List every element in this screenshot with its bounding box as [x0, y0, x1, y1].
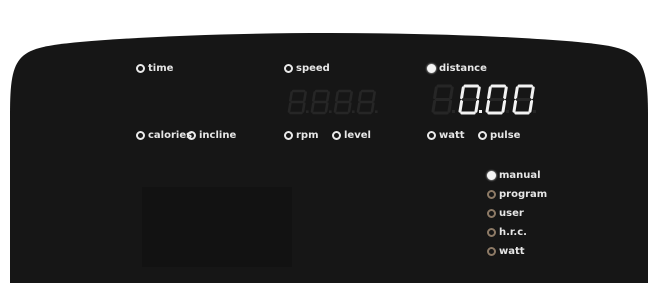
- indicator-distance-label: distance: [439, 63, 487, 74]
- segment-f: [289, 91, 293, 102]
- decimal-point: [506, 110, 509, 113]
- indicator-incline-led: [187, 131, 196, 140]
- indicator-rpm-label: rpm: [296, 130, 319, 141]
- program-item-manual[interactable]: manual: [487, 170, 541, 181]
- indicator-pulse-label: pulse: [490, 130, 521, 141]
- segment-c: [347, 102, 352, 113]
- console-panel: time speed distance calories incline rpm…: [10, 10, 648, 283]
- segment-c: [528, 99, 534, 113]
- indicator-distance[interactable]: distance: [427, 63, 487, 74]
- speed-display: [287, 89, 378, 115]
- segment-b: [372, 91, 376, 102]
- indicator-speed-label: speed: [296, 63, 330, 74]
- indicator-rpm-led: [284, 131, 293, 140]
- segment-f: [514, 86, 519, 100]
- indicator-level-led: [332, 131, 341, 140]
- program-item-program[interactable]: program: [487, 189, 547, 200]
- program-led: [487, 228, 496, 237]
- segment-b: [349, 91, 353, 102]
- decimal-point: [329, 110, 332, 113]
- indicator-calories-label: calories: [148, 130, 193, 141]
- segment-b: [503, 86, 508, 100]
- segment-e: [458, 99, 464, 113]
- segment-f: [335, 91, 339, 102]
- indicator-watt-label: watt: [439, 130, 465, 141]
- indicator-time-label: time: [148, 63, 174, 74]
- indicator-calories[interactable]: calories: [136, 130, 192, 141]
- program-led: [487, 190, 496, 199]
- segment-c: [501, 99, 507, 113]
- program-label: program: [499, 189, 548, 200]
- segment-c: [370, 102, 375, 113]
- decimal-point: [306, 110, 309, 113]
- indicator-incline-label: incline: [199, 130, 237, 141]
- decimal-point: [533, 110, 536, 113]
- segment-e: [333, 102, 338, 113]
- segment-f: [433, 86, 438, 100]
- program-label: watt: [499, 246, 525, 257]
- segment-e: [485, 99, 491, 113]
- program-label: h.r.c.: [499, 227, 527, 238]
- decimal-point: [479, 110, 482, 113]
- decimal-point: [352, 110, 355, 113]
- program-label: user: [499, 208, 524, 219]
- segment-e: [287, 102, 292, 113]
- segment-b: [303, 91, 307, 102]
- indicator-time[interactable]: time: [136, 63, 173, 74]
- decimal-point: [452, 110, 455, 113]
- segment-f: [312, 91, 316, 102]
- indicator-pulse[interactable]: pulse: [478, 130, 520, 141]
- decimal-point: [375, 110, 378, 113]
- indicator-level[interactable]: level: [332, 130, 371, 141]
- indicator-speed[interactable]: speed: [284, 63, 330, 74]
- segment-f: [358, 91, 362, 102]
- indicator-speed-led: [284, 64, 293, 73]
- lcd-window: [142, 187, 292, 267]
- segment-e: [512, 99, 518, 113]
- indicator-pulse-led: [478, 131, 487, 140]
- segment-c: [474, 99, 480, 113]
- segment-f: [487, 86, 492, 100]
- program-led: [487, 247, 496, 256]
- segment-c: [301, 102, 306, 113]
- segment-e: [356, 102, 361, 113]
- indicator-time-led: [136, 64, 145, 73]
- segment-b: [530, 86, 535, 100]
- indicator-calories-led: [136, 131, 145, 140]
- program-label: manual: [499, 170, 541, 181]
- program-led: [487, 171, 496, 180]
- segment-c: [324, 102, 329, 113]
- indicator-level-label: level: [344, 130, 371, 141]
- segment-f: [460, 86, 465, 100]
- indicator-watt-led: [427, 131, 436, 140]
- segment-e: [310, 102, 315, 113]
- program-item-user[interactable]: user: [487, 208, 524, 219]
- segment-b: [449, 86, 454, 100]
- program-item-watt[interactable]: watt: [487, 246, 525, 257]
- console-background: [10, 33, 648, 283]
- program-led: [487, 209, 496, 218]
- segment-c: [447, 99, 453, 113]
- indicator-distance-led: [427, 64, 436, 73]
- indicator-watt[interactable]: watt: [427, 130, 465, 141]
- segment-b: [476, 86, 481, 100]
- distance-display: [431, 84, 536, 115]
- indicator-rpm[interactable]: rpm: [284, 130, 319, 141]
- program-item-hrc[interactable]: h.r.c.: [487, 227, 527, 238]
- indicator-incline[interactable]: incline: [187, 130, 236, 141]
- segment-e: [431, 99, 437, 113]
- segment-b: [326, 91, 330, 102]
